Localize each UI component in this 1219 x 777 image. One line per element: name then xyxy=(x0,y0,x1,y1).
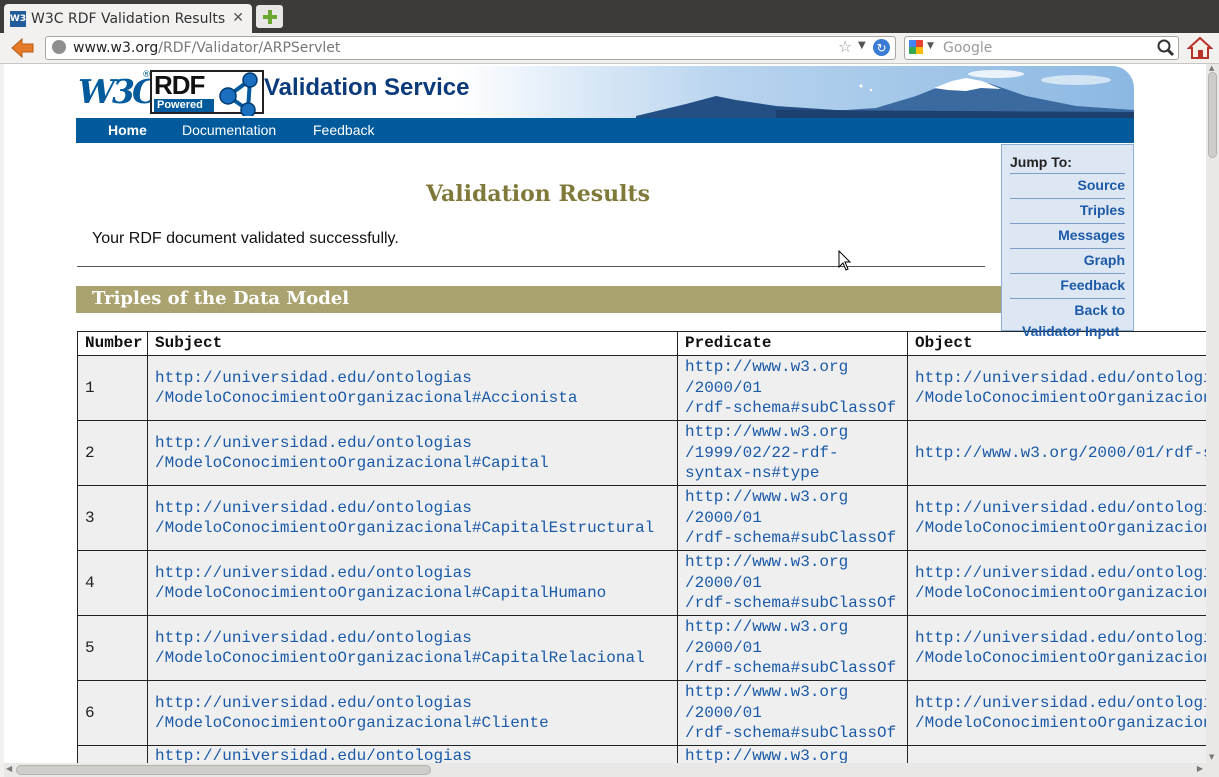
search-input[interactable]: Google xyxy=(943,40,992,56)
rdf-logo-text: RDF xyxy=(154,70,205,100)
cell-object[interactable]: http://www.w3.org/2000/01/rdf-schema#Cla… xyxy=(907,420,1206,486)
cell-object[interactable]: http://universidad.edu/ontologias /Model… xyxy=(907,615,1206,681)
browser-tab[interactable]: W3 W3C RDF Validation Results ✕ xyxy=(4,4,252,33)
cell-subject[interactable]: http://universidad.edu/ontologias /Model… xyxy=(147,550,678,616)
scrollbar-corner xyxy=(1206,763,1219,777)
cell-number: 6 xyxy=(77,680,148,746)
table-row: 6 http://universidad.edu/ontologias /Mod… xyxy=(77,680,1206,746)
nav-feedback-link[interactable]: Feedback xyxy=(313,122,374,138)
cell-number: 2 xyxy=(77,420,148,486)
google-engine-icon[interactable] xyxy=(909,40,923,54)
page-viewport: W3C ® RDF Powered Validation Service Hom… xyxy=(4,64,1206,763)
cell-object[interactable]: http://universidad.edu/ontologias /Model… xyxy=(907,355,1206,421)
close-tab-icon[interactable]: ✕ xyxy=(232,10,244,26)
cell-subject[interactable]: http://universidad.edu/ontologias /Model… xyxy=(147,485,678,551)
validation-message: Your RDF document validated successfully… xyxy=(92,230,399,247)
horizontal-scrollbar[interactable]: ◀ ▶ xyxy=(4,763,1206,777)
jump-link-graph[interactable]: Graph xyxy=(1010,248,1125,268)
cell-object[interactable]: http://universidad.edu/ontologias /Model… xyxy=(907,550,1206,616)
reload-icon[interactable]: ↻ xyxy=(873,39,890,56)
back-arrow-icon xyxy=(11,37,34,59)
cell-predicate[interactable]: http://www.w3.org /2000/01 /rdf-schema#s… xyxy=(677,355,908,421)
jump-to-panel: Jump To: Source Triples Messages Graph F… xyxy=(1001,144,1134,331)
triples-table: Number Subject Predicate Object 1 http:/… xyxy=(77,331,1206,763)
home-icon xyxy=(1186,36,1214,59)
search-engine-dropdown-icon[interactable]: ▼ xyxy=(927,41,934,51)
cell-subject[interactable]: http://universidad.edu/ontologias xyxy=(147,745,678,763)
cell-number: 1 xyxy=(77,355,148,421)
scroll-left-icon[interactable]: ◀ xyxy=(6,764,12,773)
jump-to-title: Jump To: xyxy=(1010,154,1072,170)
cell-subject[interactable]: http://universidad.edu/ontologias /Model… xyxy=(147,420,678,486)
table-row: 4 http://universidad.edu/ontologias /Mod… xyxy=(77,550,1206,616)
scroll-up-icon[interactable]: ▲ xyxy=(1209,64,1214,72)
url-path: /RDF/Validator/ARPServlet xyxy=(158,40,341,56)
column-header-subject: Subject xyxy=(147,331,678,356)
cell-subject[interactable]: http://universidad.edu/ontologias /Model… xyxy=(147,355,678,421)
jump-link-triples[interactable]: Triples xyxy=(1010,198,1125,218)
cell-predicate[interactable]: http://www.w3.org /2000/01 /rdf-schema#s… xyxy=(677,615,908,681)
w3c-favicon-icon: W3 xyxy=(10,10,26,27)
site-title: Validation Service xyxy=(264,74,470,101)
cell-predicate[interactable]: http://www.w3.org xyxy=(677,745,908,763)
scroll-down-icon[interactable]: ▼ xyxy=(1209,753,1214,761)
home-button[interactable] xyxy=(1186,35,1214,61)
search-bar[interactable]: ▼ Google xyxy=(904,36,1179,60)
cell-predicate[interactable]: http://www.w3.org /2000/01 /rdf-schema#s… xyxy=(677,680,908,746)
cell-number: 5 xyxy=(77,615,148,681)
cell-predicate[interactable]: http://www.w3.org /2000/01 /rdf-schema#s… xyxy=(677,550,908,616)
table-row: 2 http://universidad.edu/ontologias /Mod… xyxy=(77,420,1206,486)
table-row: http://universidad.edu/ontologias http:/… xyxy=(77,745,1206,763)
jump-link-messages[interactable]: Messages xyxy=(1010,223,1125,243)
url-text[interactable]: www.w3.org/RDF/Validator/ARPServlet xyxy=(73,40,340,56)
column-header-number: Number xyxy=(77,331,148,356)
table-row: 5 http://universidad.edu/ontologias /Mod… xyxy=(77,615,1206,681)
cell-object[interactable]: http://universidad.edu/ontologias /Model… xyxy=(907,680,1206,746)
back-button[interactable] xyxy=(9,36,35,60)
jump-link-back-to-input[interactable]: Back to xyxy=(1010,298,1125,318)
nav-home-link[interactable]: Home xyxy=(108,122,147,138)
cell-predicate[interactable]: http://www.w3.org /2000/01 /rdf-schema#s… xyxy=(677,485,908,551)
table-row: 1 http://universidad.edu/ontologias /Mod… xyxy=(77,355,1206,421)
rdf-powered-logo: RDF Powered xyxy=(150,70,264,116)
history-dropdown-icon[interactable]: ▼ xyxy=(858,40,866,51)
jump-link-back-to-input-overflow[interactable]: Validator Input xyxy=(1022,323,1119,339)
section-title: Triples of the Data Model xyxy=(92,288,350,309)
section-header: Triples of the Data Model xyxy=(76,286,1002,313)
cell-object[interactable]: http://universidad.edu/ontologias /Model… xyxy=(907,485,1206,551)
vertical-scroll-thumb[interactable] xyxy=(1208,72,1217,158)
column-header-predicate: Predicate xyxy=(677,331,908,356)
jump-link-feedback[interactable]: Feedback xyxy=(1010,273,1125,293)
address-bar[interactable]: www.w3.org/RDF/Validator/ARPServlet ☆ ▼ … xyxy=(45,36,896,60)
cell-number: 3 xyxy=(77,485,148,551)
globe-icon xyxy=(52,40,66,54)
vertical-scrollbar[interactable]: ▲ ▼ xyxy=(1206,64,1219,763)
cell-number: 4 xyxy=(77,550,148,616)
cell-object[interactable] xyxy=(907,745,1206,763)
cell-subject[interactable]: http://universidad.edu/ontologias /Model… xyxy=(147,615,678,681)
cell-number xyxy=(77,745,148,763)
search-icon[interactable] xyxy=(1156,38,1176,58)
scroll-right-icon[interactable]: ▶ xyxy=(1197,764,1203,773)
tab-title: W3C RDF Validation Results xyxy=(31,10,226,27)
mouse-cursor-icon xyxy=(838,250,852,271)
rdf-graph-icon xyxy=(219,72,258,116)
cell-predicate[interactable]: http://www.w3.org /1999/02/22-rdf- synta… xyxy=(677,420,908,486)
cell-subject[interactable]: http://universidad.edu/ontologias /Model… xyxy=(147,680,678,746)
site-nav: Home Documentation Feedback xyxy=(76,118,1134,143)
tab-strip: W3 W3C RDF Validation Results ✕ xyxy=(0,0,1219,33)
site-banner: W3C ® RDF Powered Validation Service xyxy=(76,66,1134,118)
table-row: 3 http://universidad.edu/ontologias /Mod… xyxy=(77,485,1206,551)
navigation-toolbar: www.w3.org/RDF/Validator/ARPServlet ☆ ▼ … xyxy=(0,33,1219,64)
horizontal-scroll-thumb[interactable] xyxy=(16,765,431,775)
bookmark-star-icon[interactable]: ☆ xyxy=(838,37,852,56)
url-host: www.w3.org xyxy=(73,40,159,56)
plus-icon xyxy=(262,9,277,24)
page-title: Validation Results xyxy=(425,181,651,207)
powered-label: Powered xyxy=(154,99,214,112)
nav-documentation-link[interactable]: Documentation xyxy=(182,122,276,138)
jump-link-source[interactable]: Source xyxy=(1010,173,1125,193)
new-tab-button[interactable] xyxy=(256,5,283,28)
